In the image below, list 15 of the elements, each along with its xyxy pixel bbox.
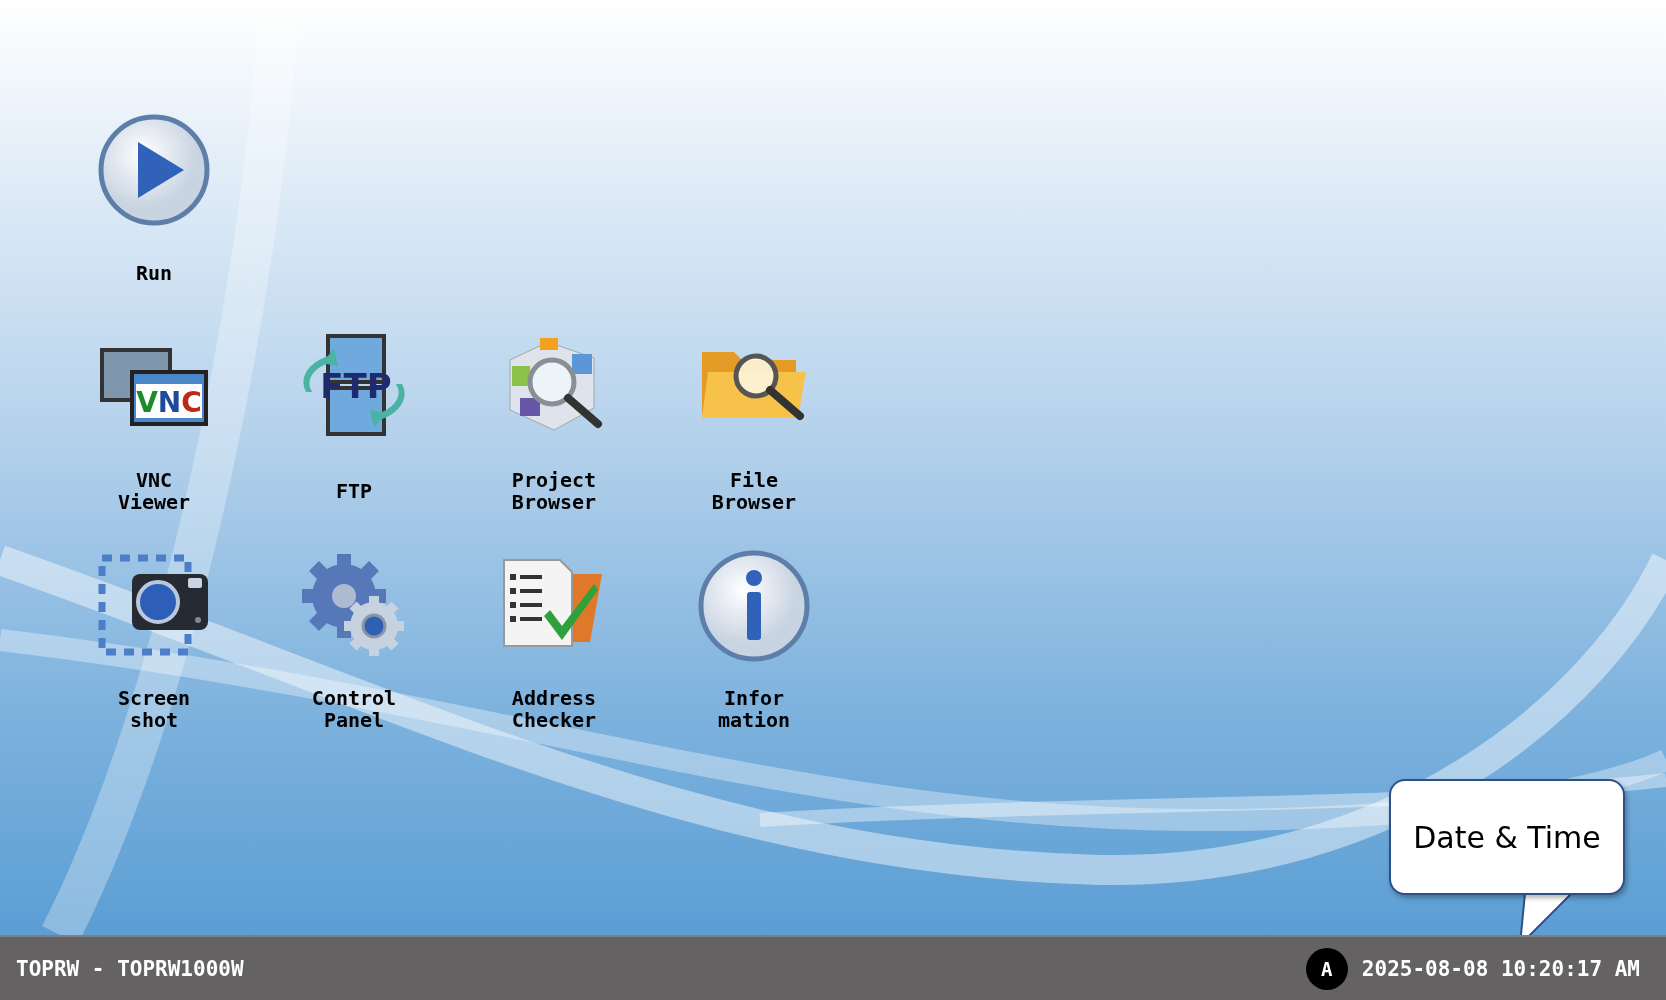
desktop-shortcut[interactable]: Run: [98, 114, 210, 297]
device-model-label: TOPRW - TOPRW1000W: [16, 956, 244, 981]
date-time-callout: Date & Time: [1389, 779, 1625, 895]
info-icon: [698, 550, 810, 662]
desktop-shortcut[interactable]: Control Panel: [298, 550, 410, 733]
desktop-shortcut[interactable]: File Browser: [698, 332, 810, 515]
input-mode-indicator[interactable]: A: [1305, 947, 1348, 990]
desktop-shortcut[interactable]: Project Browser: [498, 332, 610, 515]
desktop-shortcut[interactable]: VNC VNC Viewer: [98, 332, 210, 515]
desktop-shortcut[interactable]: Address Checker: [498, 550, 610, 733]
date-time-clock[interactable]: 2025-08-08 10:20:17 AM: [1361, 956, 1640, 981]
play-icon: [98, 114, 210, 226]
desktop-shortcut[interactable]: Infor mation: [698, 550, 810, 733]
desktop-shortcut[interactable]: Screen shot: [98, 550, 210, 733]
desktop-shortcut[interactable]: FTP FTP: [298, 332, 410, 515]
